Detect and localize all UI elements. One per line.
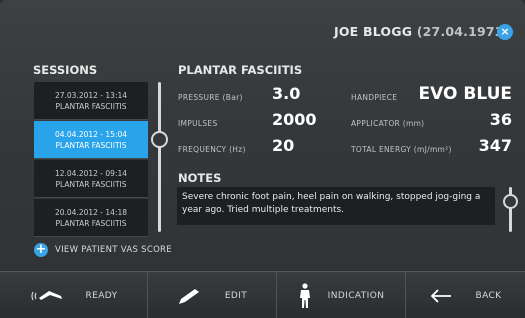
- sessions-scrollbar[interactable]: [158, 82, 161, 232]
- indication-label: INDICATION: [327, 290, 385, 301]
- session-item-active[interactable]: 04.04.2012 - 15:04 PLANTAR FASCIITIS: [34, 121, 148, 159]
- impulses-value: 2000: [272, 110, 317, 129]
- vas-label: VIEW PATIENT VAS SCORE: [55, 245, 172, 255]
- session-item[interactable]: 20.04.2012 - 14:18 PLANTAR FASCIITIS: [34, 199, 148, 237]
- handpiece-label: HANDPIECE: [351, 93, 398, 102]
- notes-title: NOTES: [178, 171, 222, 185]
- frequency-label: FREQUENCY (Hz): [178, 145, 246, 154]
- session-label: PLANTAR FASCIITIS: [55, 218, 127, 228]
- back-arrow-icon: [430, 288, 451, 303]
- patient-name: JOE BLOGG: [334, 24, 413, 39]
- sessions-title: SESSIONS: [33, 63, 98, 77]
- body-figure-icon: [299, 282, 310, 308]
- session-date: 12.04.2012 - 09:14: [54, 168, 128, 178]
- session-item[interactable]: 27.03.2012 - 13:14 PLANTAR FASCIITIS: [34, 82, 148, 120]
- edit-label: EDIT: [224, 290, 248, 301]
- session-date: 20.04.2012 - 14:18: [54, 207, 128, 217]
- handpiece-icon: [31, 290, 63, 300]
- session-date: 04.04.2012 - 15:04: [54, 129, 128, 139]
- frequency-value: 20: [272, 136, 295, 155]
- notes-scroll-handle[interactable]: [503, 194, 518, 209]
- energy-label: TOTAL ENERGY (mJ/mm²): [351, 145, 452, 154]
- app-window: JOE BLOGG (27.04.1973) × SESSIONS 27.03.…: [0, 0, 525, 318]
- session-label: PLANTAR FASCIITIS: [55, 101, 127, 111]
- session-item[interactable]: 12.04.2012 - 09:14 PLANTAR FASCIITIS: [34, 160, 148, 198]
- ready-label: READY: [85, 290, 118, 301]
- pressure-value: 3.0: [272, 84, 301, 103]
- pressure-label: PRESSURE (Bar): [178, 93, 243, 102]
- back-label: BACK: [475, 290, 502, 301]
- edit-button[interactable]: EDIT: [148, 272, 276, 318]
- handpiece-value: EVO BLUE: [418, 84, 512, 104]
- ready-button[interactable]: READY: [0, 272, 147, 318]
- session-date: 27.03.2012 - 13:14: [54, 90, 128, 100]
- condition-title: PLANTAR FASCIITIS: [178, 63, 303, 77]
- pencil-icon: [178, 288, 199, 304]
- session-label: PLANTAR FASCIITIS: [55, 179, 127, 189]
- impulses-label: IMPULSES: [178, 119, 218, 128]
- sessions-scroll-handle[interactable]: [151, 131, 168, 148]
- patient-dob: (27.04.1973): [416, 24, 510, 39]
- patient-header: JOE BLOGG (27.04.1973): [334, 24, 510, 39]
- applicator-label: APPLICATOR (mm): [351, 119, 425, 128]
- view-vas-score-button[interactable]: + VIEW PATIENT VAS SCORE: [34, 243, 172, 257]
- applicator-value: 36: [489, 110, 512, 129]
- session-label: PLANTAR FASCIITIS: [55, 140, 127, 150]
- close-icon[interactable]: ×: [497, 24, 513, 40]
- bottom-toolbar: READY EDIT INDICATION BACK: [0, 271, 525, 318]
- back-button[interactable]: BACK: [406, 272, 525, 318]
- indication-button[interactable]: INDICATION: [277, 272, 405, 318]
- plus-icon: +: [34, 242, 48, 257]
- energy-value: 347: [478, 136, 512, 155]
- notes-text[interactable]: Severe chronic foot pain, heel pain on w…: [177, 187, 495, 225]
